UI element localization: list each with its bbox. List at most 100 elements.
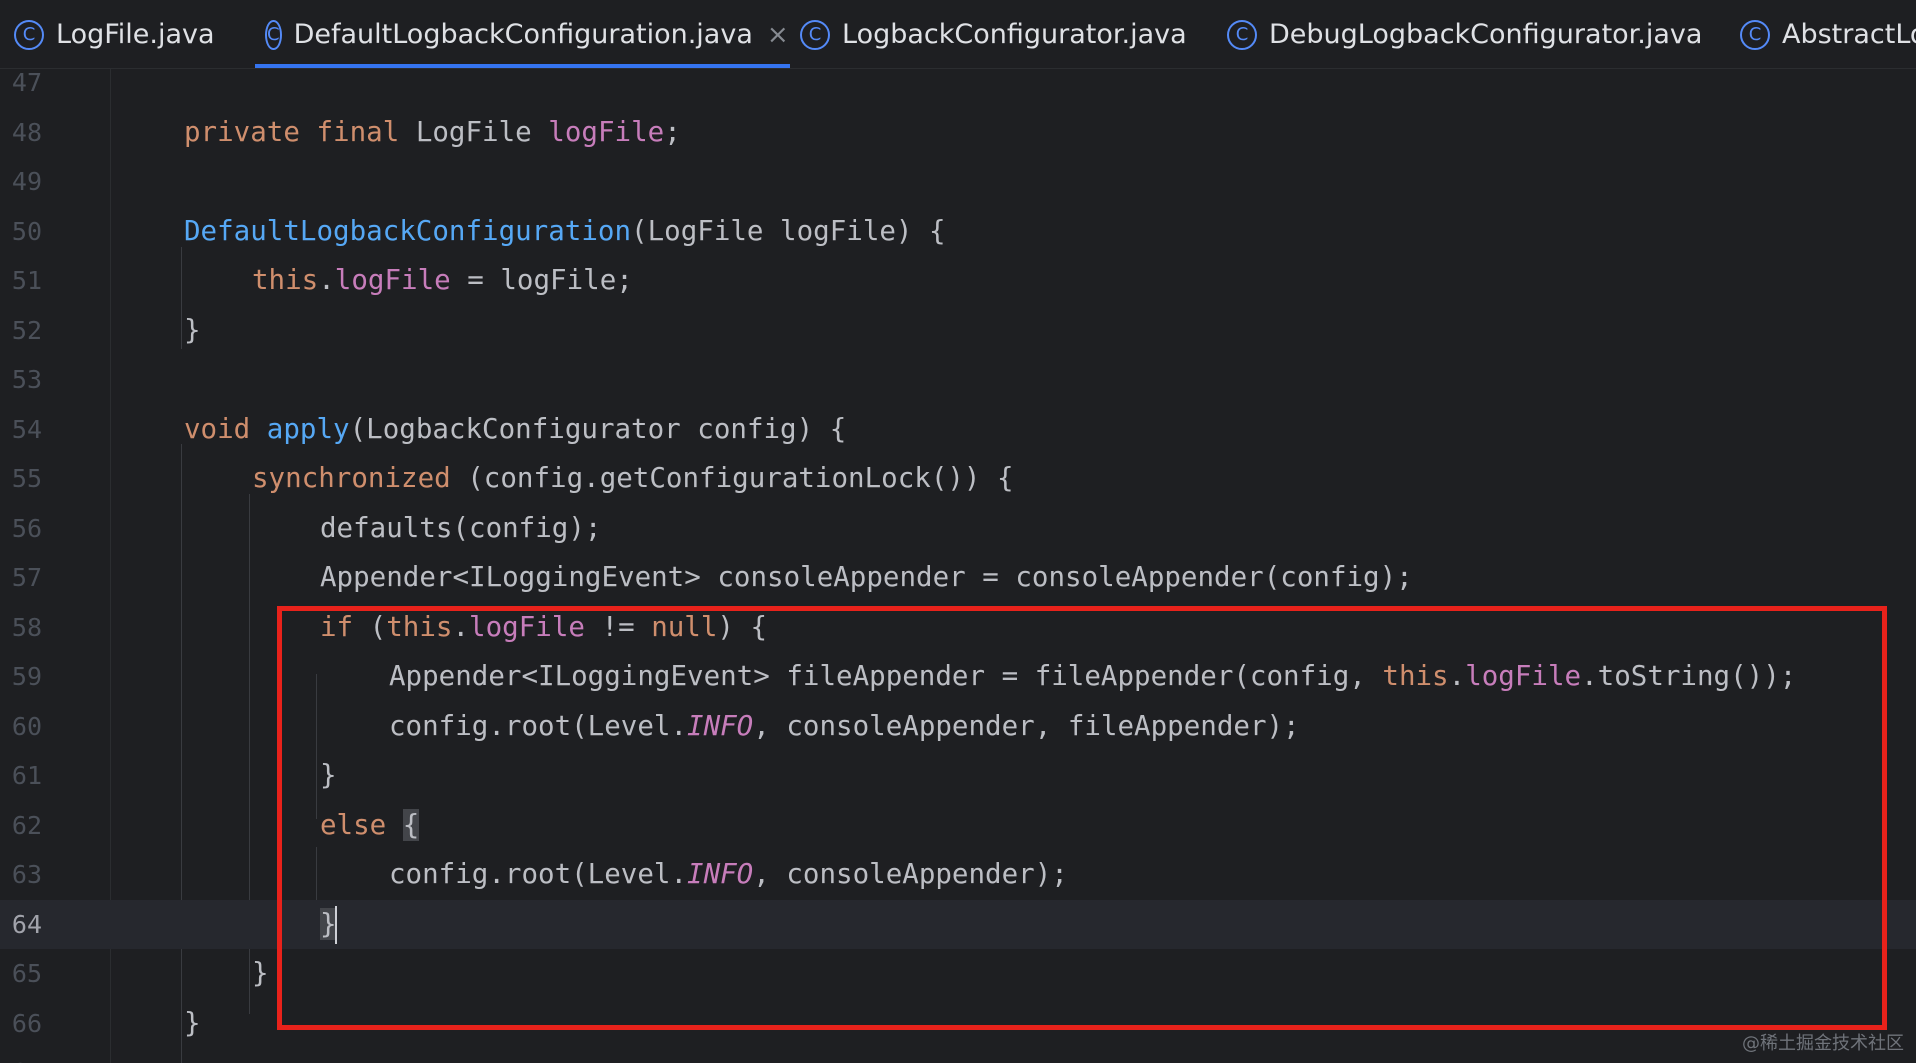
text-caret (334, 905, 337, 944)
code-line: 63 config.root(Level.INFO, consoleAppend… (0, 850, 1916, 900)
code-text: } (184, 1006, 201, 1039)
code-text: } (252, 957, 269, 989)
code-line: 53 (0, 355, 1916, 405)
code-line: 65 } (0, 949, 1916, 999)
line-number: 56 (11, 513, 42, 543)
java-class-icon: C (1227, 19, 1257, 50)
code-line: 60 config.root(Level.INFO, consoleAppend… (0, 702, 1916, 752)
java-class-icon: C (1740, 19, 1770, 50)
code-line: 47 (0, 58, 1916, 108)
close-icon[interactable]: × (767, 20, 789, 50)
line-number: 52 (11, 315, 42, 345)
line-number: 58 (11, 612, 42, 642)
line-number: 54 (11, 414, 42, 444)
line-number: 60 (11, 711, 42, 741)
keyword-token: this (386, 610, 453, 643)
line-number: 65 (11, 959, 42, 988)
line-number: 48 (11, 117, 42, 147)
line-number: 50 (11, 216, 42, 246)
line-number: 51 (11, 266, 42, 295)
code-line: 62 else { (0, 801, 1916, 851)
code-line: 48 private final LogFile logFile; (0, 108, 1916, 158)
code-line: 51 this.logFile = logFile; (0, 256, 1916, 306)
line-number: 66 (11, 1008, 42, 1038)
code-line: 67 (0, 1048, 1916, 1063)
code-token: ( (353, 610, 387, 643)
tab-label: LogFile.java (56, 19, 215, 50)
code-token: . (1448, 660, 1466, 692)
matched-brace: { (402, 808, 420, 841)
code-token: = logFile; (450, 264, 633, 296)
code-text: synchronized (config.getConfigurationLoc… (252, 454, 1014, 504)
line-number: 62 (11, 810, 42, 840)
line-number: 61 (11, 761, 42, 790)
code-line: 61 } (0, 751, 1916, 801)
code-line: 55 synchronized (config.getConfiguration… (0, 454, 1916, 504)
field-token: logFile (469, 610, 585, 643)
code-line: 49 (0, 157, 1916, 207)
line-number: 64 (11, 909, 42, 939)
code-text: private final LogFile logFile; (184, 108, 681, 158)
java-class-icon: C (265, 19, 282, 50)
code-text: Appender<ILoggingEvent> consoleAppender … (320, 561, 1413, 593)
keyword-token: this (1382, 660, 1449, 692)
keyword-token: else (320, 808, 387, 841)
line-number: 67 (0, 1048, 42, 1063)
line-number: 57 (11, 563, 42, 592)
code-token: ; (664, 115, 681, 148)
keyword-token: if (320, 610, 354, 643)
tab-label: AbstractLo (1782, 19, 1916, 50)
watermark: @稀土掘金技术社区 (1742, 1033, 1904, 1054)
code-line: 66 } (0, 999, 1916, 1049)
keyword-token: this (252, 264, 319, 296)
code-text: config.root(Level.INFO, consoleAppender)… (389, 850, 1068, 900)
method-token: DefaultLogbackConfiguration (184, 214, 632, 247)
code-token: Appender<ILoggingEvent> fileAppender = f… (389, 660, 1383, 692)
java-class-icon: C (14, 19, 44, 50)
keyword-token: final (316, 115, 400, 148)
code-token: , consoleAppender, fileAppender); (753, 709, 1300, 742)
code-token: config.root(Level. (389, 709, 688, 742)
code-token: .toString()); (1581, 660, 1797, 692)
code-token: , consoleAppender); (753, 858, 1068, 890)
code-token: . (452, 610, 470, 643)
code-token: LogFile (399, 115, 549, 148)
code-text: } (320, 759, 337, 791)
code-text: Appender<ILoggingEvent> fileAppender = f… (389, 652, 1796, 702)
line-number: 47 (11, 68, 42, 97)
code-token: (config.getConfigurationLock()) { (450, 462, 1014, 494)
field-token: logFile (334, 264, 451, 296)
constant-token: INFO (687, 709, 754, 742)
keyword-token: null (651, 610, 718, 643)
tab-label: DefaultLogbackConfiguration.java (293, 19, 753, 50)
code-text: } (184, 313, 201, 346)
code-line: 57 Appender<ILoggingEvent> consoleAppend… (0, 553, 1916, 603)
method-token: apply (266, 412, 350, 445)
code-text: this.logFile = logFile; (252, 256, 633, 306)
java-class-icon: C (800, 19, 830, 50)
code-text: DefaultLogbackConfiguration(LogFile logF… (184, 207, 946, 257)
code-line: 54 void apply(LogbackConfigurator config… (0, 405, 1916, 455)
code-text: else { (320, 801, 420, 851)
code-token: ) { (717, 610, 768, 643)
line-number: 49 (11, 167, 42, 196)
code-line: 52 } (0, 306, 1916, 356)
ide-window: C LogFile.java C DefaultLogbackConfigura… (0, 0, 1916, 1063)
code-token: != (584, 610, 652, 643)
tab-label: DebugLogbackConfigurator.java (1269, 19, 1703, 50)
code-token: . (318, 264, 335, 296)
current-code-line: 64 } (0, 899, 1916, 949)
tab-label: LogbackConfigurator.java (842, 19, 1187, 50)
code-token: (LogFile logFile) { (631, 214, 946, 247)
constant-token: INFO (687, 858, 754, 890)
code-token: config.root(Level. (389, 858, 688, 890)
code-line: 58 if (this.logFile != null) { (0, 603, 1916, 653)
line-number: 59 (11, 662, 42, 691)
line-number: 53 (11, 365, 42, 394)
field-token: logFile (1465, 660, 1582, 692)
line-number: 55 (11, 464, 42, 493)
code-line: 59 Appender<ILoggingEvent> fileAppender … (0, 652, 1916, 702)
code-editor[interactable]: 47 48 private final LogFile logFile; 49 … (0, 68, 1916, 1063)
